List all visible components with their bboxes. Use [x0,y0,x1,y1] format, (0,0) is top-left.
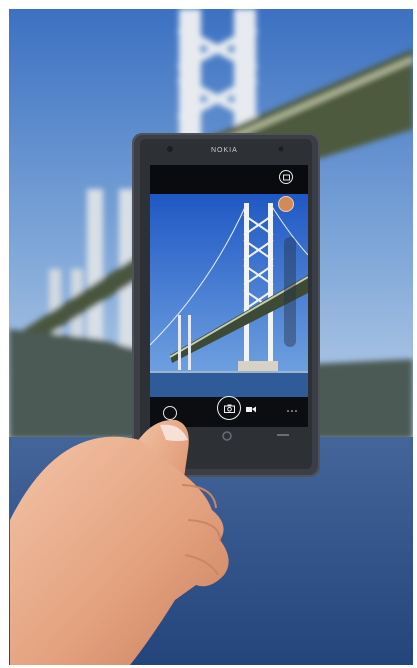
photo-scene: NOKIA [0,0,417,668]
hand [10,419,229,665]
